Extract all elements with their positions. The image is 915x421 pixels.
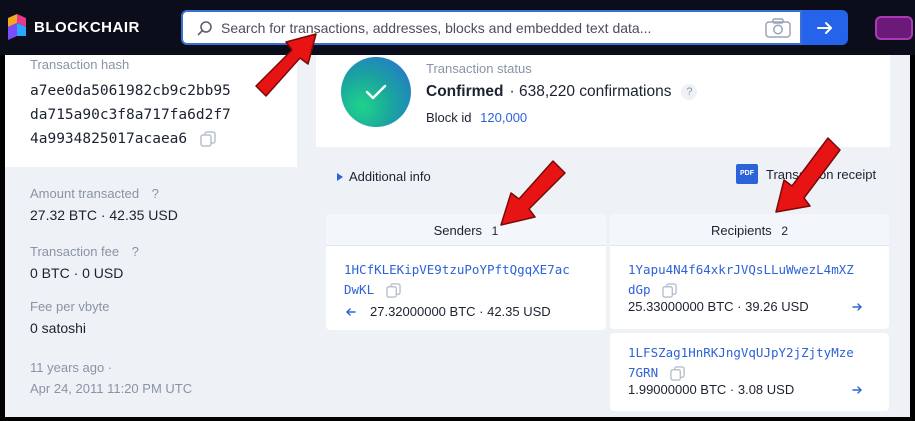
arrow-left-icon[interactable] bbox=[346, 307, 356, 317]
senders-count: 1 bbox=[491, 224, 499, 238]
recipients-title: Recipients bbox=[710, 223, 772, 238]
transaction-receipt-link[interactable]: PDF Transaction receipt bbox=[736, 164, 876, 184]
recipient-amount: 25.33000000 BTC · 39.26 USD bbox=[628, 299, 809, 314]
fee-value: 0 BTC · 0 USD bbox=[30, 265, 124, 281]
fee-label-row: Transaction fee ? bbox=[30, 243, 139, 261]
address-line: 1HCfKLEKipVE9tzuPoYPftQgqXE7ac bbox=[344, 262, 570, 277]
copy-icon[interactable] bbox=[200, 131, 216, 147]
hash-line: a7ee0da5061982cb9c2bb95 bbox=[30, 83, 231, 99]
additional-info-toggle[interactable]: Additional info bbox=[337, 169, 431, 184]
recipients-title-row: Recipients 2 bbox=[610, 223, 889, 238]
recipient-amount: 1.99000000 BTC · 3.08 USD bbox=[628, 382, 794, 397]
wallet-badge[interactable] bbox=[875, 16, 913, 40]
transaction-hash-card: Transaction hash a7ee0da5061982cb9c2bb95… bbox=[5, 55, 297, 167]
arrow-right-icon bbox=[817, 21, 832, 34]
address-line: 1LFSZag1HnRKJngVqUJpY2jZjtyMze bbox=[628, 345, 854, 360]
blockchair-logo-icon bbox=[8, 14, 26, 40]
additional-info-bar: Additional info PDF Transaction receipt bbox=[316, 150, 890, 208]
hash-line-last: 4a9934825017acaea6 bbox=[30, 127, 231, 151]
arrow-right-icon[interactable] bbox=[852, 385, 862, 395]
search-submit-button[interactable] bbox=[802, 10, 848, 45]
sender-amount-row: 27.32000000 BTC · 42.35 USD bbox=[346, 304, 551, 319]
recipient-address[interactable]: 1Yapu4N4f64xkrJVQsLLuWwezL4mXZ dGp bbox=[628, 260, 854, 300]
pdf-icon: PDF bbox=[736, 164, 758, 184]
usd-amount: · 42.35 USD bbox=[479, 304, 551, 319]
additional-info-label: Additional info bbox=[349, 169, 431, 184]
confirmed-status-icon bbox=[341, 57, 411, 127]
amount-label: Amount transacted bbox=[30, 186, 140, 201]
btc-amount: 1.99000000 BTC bbox=[628, 382, 727, 397]
help-icon[interactable]: ? bbox=[132, 244, 139, 259]
senders-title-row: Senders 1 bbox=[326, 223, 606, 238]
usd-amount: · 3.08 USD bbox=[729, 382, 795, 397]
btc-amount: 25.33000000 BTC bbox=[628, 299, 734, 314]
block-id-link[interactable]: 120,000 bbox=[480, 110, 527, 125]
fee-per-vbyte-value: 0 satoshi bbox=[30, 320, 87, 336]
transaction-age: 11 years ago · bbox=[30, 360, 113, 375]
confirmations-count: · 638,220 confirmations bbox=[509, 83, 672, 100]
search-icon bbox=[197, 21, 212, 36]
address-line-text: DwKL bbox=[344, 282, 375, 297]
help-icon[interactable]: ? bbox=[681, 84, 698, 100]
address-line-last: DwKL bbox=[344, 280, 570, 300]
recipients-panel-item: 1LFSZag1HnRKJngVqUJpY2jZjtyMze 7GRN 1.99… bbox=[610, 333, 889, 411]
block-label: Block id bbox=[426, 110, 472, 125]
caret-right-icon bbox=[337, 172, 343, 181]
search-bar bbox=[181, 10, 802, 45]
block-row: Block id 120,000 bbox=[426, 110, 527, 125]
amount-value: 27.32 BTC · 42.35 USD bbox=[30, 207, 178, 223]
status-label: Transaction status bbox=[426, 61, 532, 76]
address-line: 1Yapu4N4f64xkrJVQsLLuWwezL4mXZ bbox=[628, 262, 854, 277]
copy-icon[interactable] bbox=[662, 283, 677, 298]
receipt-label: Transaction receipt bbox=[766, 166, 877, 182]
sender-address[interactable]: 1HCfKLEKipVE9tzuPoYPftQgqXE7ac DwKL bbox=[344, 260, 570, 300]
transaction-hash[interactable]: a7ee0da5061982cb9c2bb95 da715a90c3f8a717… bbox=[30, 79, 231, 151]
hash-label: Transaction hash bbox=[30, 57, 130, 72]
help-icon[interactable]: ? bbox=[152, 186, 159, 201]
transaction-details: Amount transacted ? 27.32 BTC · 42.35 US… bbox=[5, 167, 297, 417]
address-line-last: 7GRN bbox=[628, 363, 854, 383]
address-line-text: 7GRN bbox=[628, 365, 659, 380]
fee-label: Transaction fee bbox=[30, 244, 120, 259]
senders-panel: Senders 1 1HCfKLEKipVE9tzuPoYPftQgqXE7ac… bbox=[326, 214, 606, 330]
status-row: Confirmed · 638,220 confirmations ? bbox=[426, 83, 698, 101]
transaction-date: Apr 24, 2011 11:20 PM UTC bbox=[30, 381, 193, 396]
sender-amount: 27.32000000 BTC · 42.35 USD bbox=[370, 304, 551, 319]
copy-icon[interactable] bbox=[385, 283, 401, 298]
search-input[interactable] bbox=[221, 12, 761, 43]
btc-amount: 27.32000000 BTC bbox=[370, 304, 476, 319]
brand-logo[interactable]: BLOCKCHAIR bbox=[8, 14, 140, 40]
senders-title: Senders bbox=[433, 223, 483, 238]
recipients-count: 2 bbox=[781, 224, 788, 238]
address-line-text: dGp bbox=[628, 282, 651, 297]
fee-per-vbyte-label: Fee per vbyte bbox=[30, 299, 110, 314]
amount-label-row: Amount transacted ? bbox=[30, 185, 159, 203]
recipient-address[interactable]: 1LFSZag1HnRKJngVqUJpY2jZjtyMze 7GRN bbox=[628, 343, 854, 383]
senders-header: Senders 1 bbox=[326, 214, 606, 246]
camera-icon[interactable] bbox=[765, 18, 791, 38]
checkmark-icon bbox=[365, 84, 387, 100]
hash-line-text: 4a9934825017acaea6 bbox=[30, 131, 188, 147]
recipients-panel: Recipients 2 1Yapu4N4f64xkrJVQsLLuWwezL4… bbox=[610, 214, 889, 329]
copy-icon[interactable] bbox=[669, 366, 685, 381]
hash-line: da715a90c3f8a717fa6d2f7 bbox=[30, 107, 231, 123]
status-confirmed: Confirmed bbox=[426, 83, 504, 100]
arrow-right-icon[interactable] bbox=[852, 302, 862, 312]
usd-amount: · 39.26 USD bbox=[737, 299, 809, 314]
screenshot-frame: BLOCKCHAIR Transaction hash a7ee0da50619… bbox=[0, 0, 915, 421]
address-line-last: dGp bbox=[628, 280, 854, 300]
recipients-header: Recipients 2 bbox=[610, 214, 889, 246]
brand-name: BLOCKCHAIR bbox=[34, 18, 140, 36]
